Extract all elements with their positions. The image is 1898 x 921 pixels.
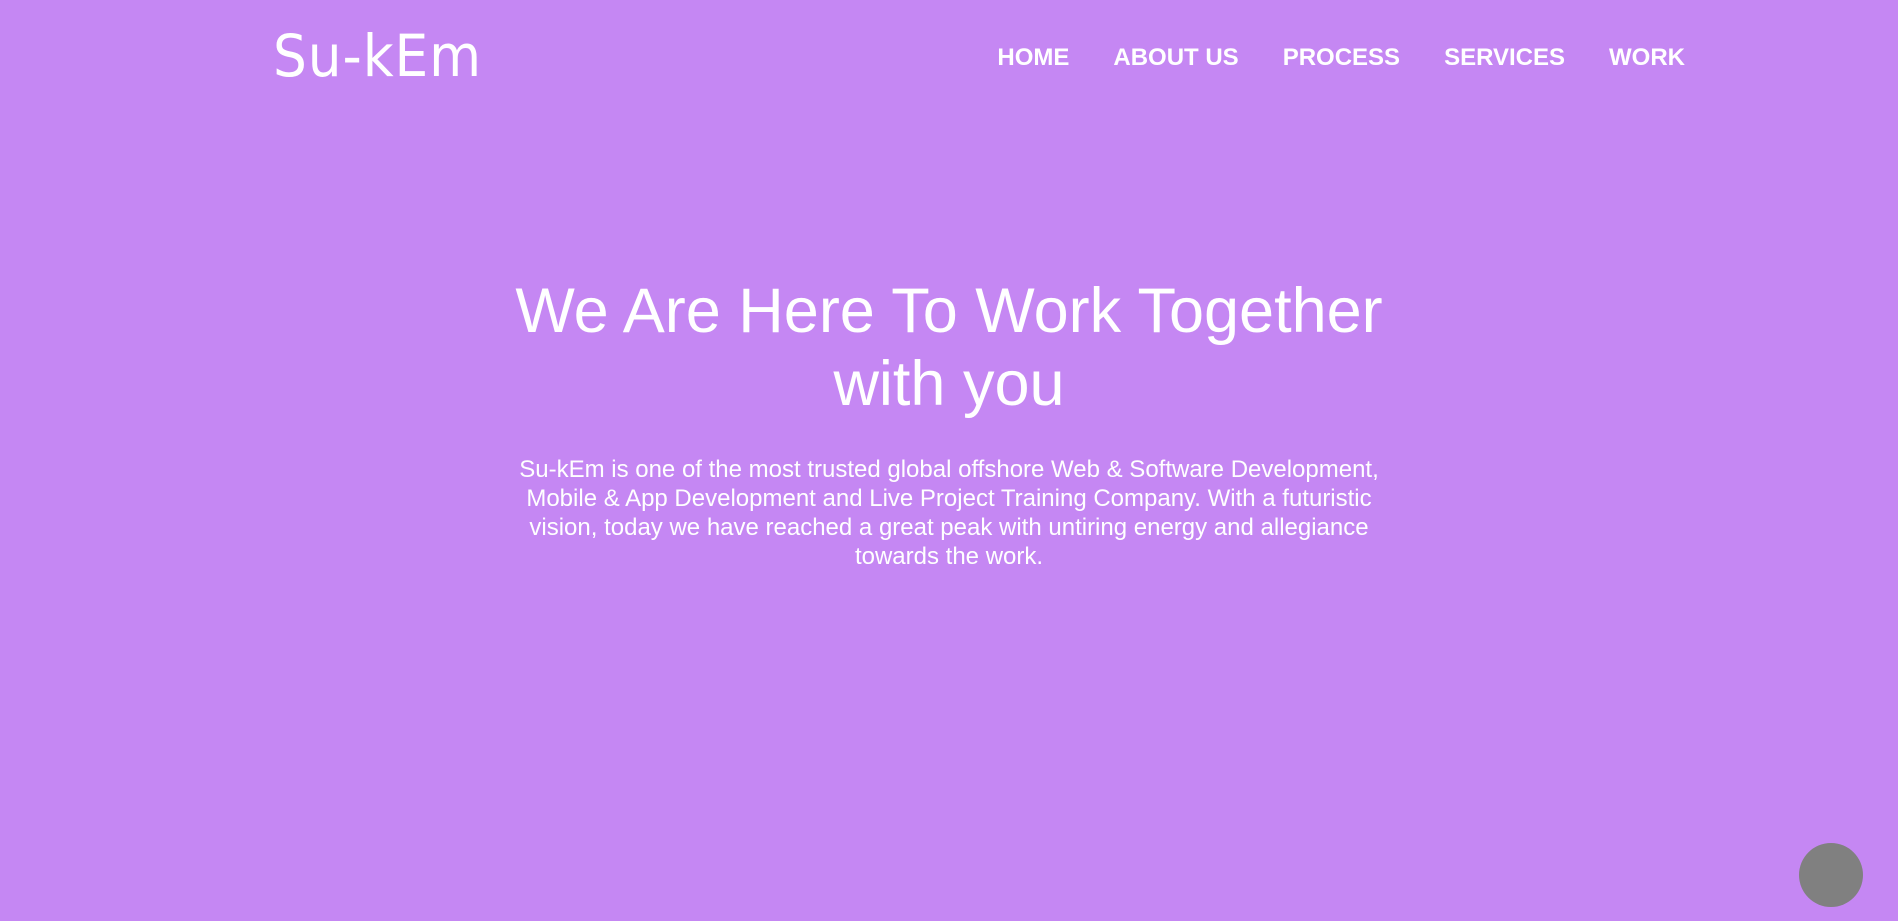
site-logo[interactable]: Su-kEm bbox=[273, 20, 482, 92]
hero-description: Su-kEm is one of the most trusted global… bbox=[519, 456, 1379, 570]
nav-item-home[interactable]: HOME bbox=[997, 42, 1069, 74]
main-nav: HOME ABOUT US PROCESS SERVICES WORK bbox=[953, 42, 1685, 74]
site-header: Su-kEm HOME ABOUT US PROCESS SERVICES WO… bbox=[0, 0, 1898, 120]
nav-item-work[interactable]: WORK bbox=[1609, 42, 1685, 74]
hero-section: We Are Here To Work Together with you Su… bbox=[0, 275, 1898, 571]
floating-action-button[interactable] bbox=[1799, 843, 1863, 907]
nav-item-process[interactable]: PROCESS bbox=[1283, 42, 1400, 74]
hero-title: We Are Here To Work Together with you bbox=[515, 276, 1383, 419]
nav-item-about-us[interactable]: ABOUT US bbox=[1113, 42, 1238, 74]
nav-item-services[interactable]: SERVICES bbox=[1444, 42, 1565, 74]
